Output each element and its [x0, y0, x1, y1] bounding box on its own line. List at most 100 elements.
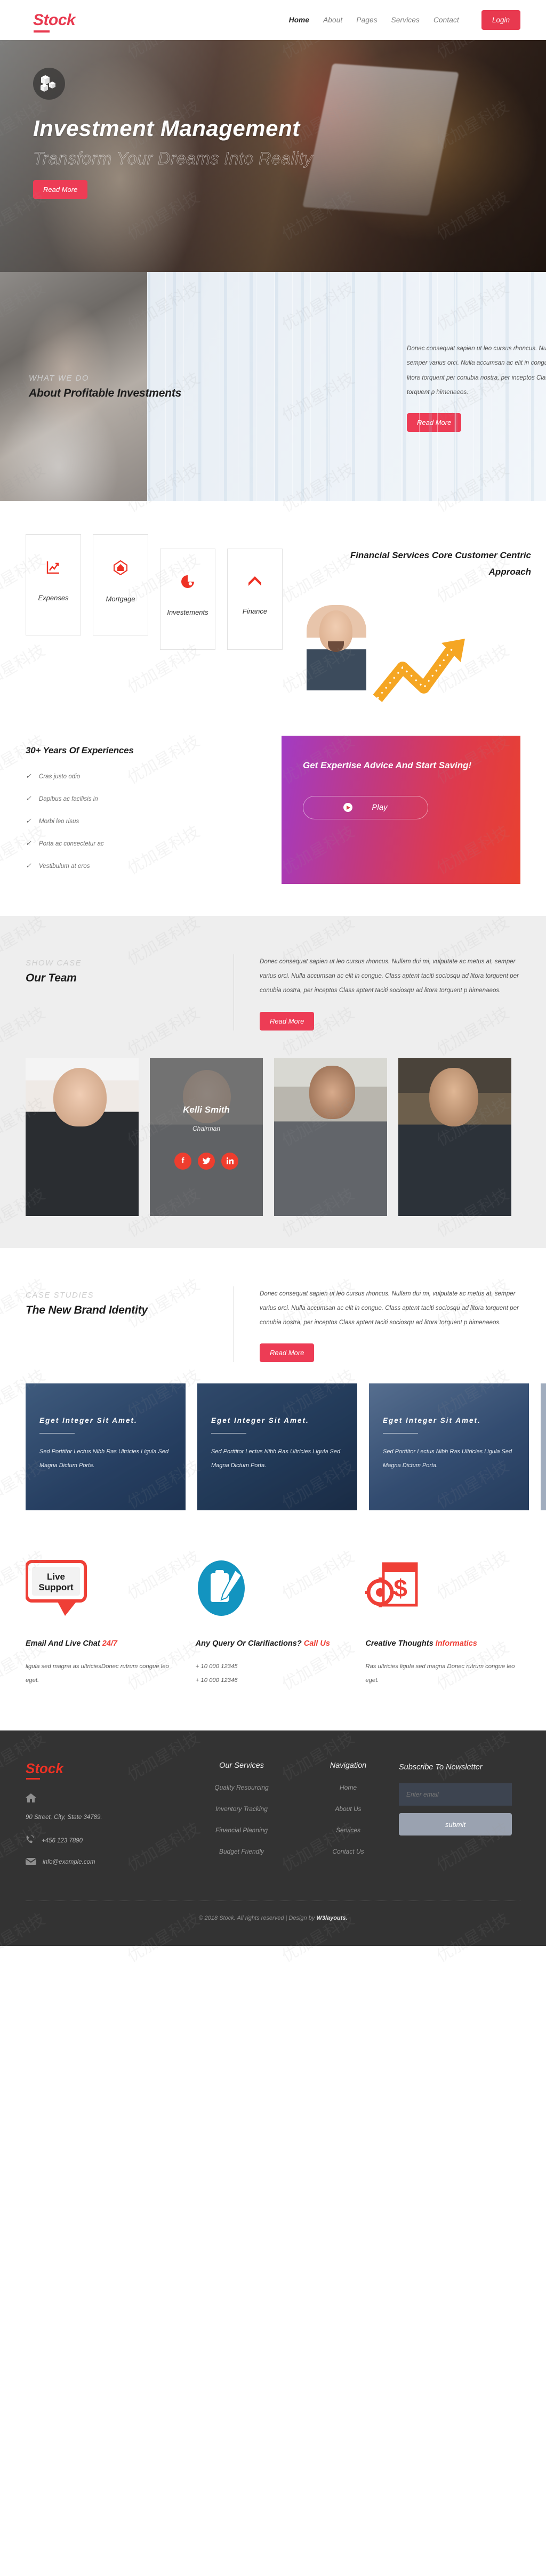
footer-services-heading: Our Services	[219, 1761, 264, 1770]
hero-title: Investment Management	[33, 116, 300, 141]
service-card-finance[interactable]: Finance	[227, 549, 283, 650]
team-member-socials: f	[174, 1152, 238, 1170]
about-section: WHAT WE DO About Profitable Investments …	[0, 272, 546, 501]
about-read-more-button[interactable]: Read More	[407, 413, 462, 432]
footer-link-financial-planning[interactable]: Financial Planning	[215, 1826, 268, 1834]
promo-title: Get Expertise Advice And Start Saving!	[303, 760, 472, 770]
case-card-text: Sed Porttitor Lectus Nibh Ras Ultricies …	[39, 1448, 169, 1469]
case-card[interactable]: Eget Integer Sit Amet. Sed Porttitor Lec…	[26, 1383, 186, 1511]
footer-navigation-column: Navigation Home About Us Services Contac…	[298, 1761, 399, 1875]
footer-nav-services[interactable]: Services	[336, 1826, 360, 1834]
cases-eyebrow: CASE STUDIES	[26, 1290, 94, 1300]
footer-address-row	[26, 1793, 186, 1806]
twitter-icon[interactable]	[198, 1152, 215, 1170]
footer-services-column: Our Services Quality Resourcing Inventor…	[186, 1761, 298, 1875]
feature-title: Any Query Or Clarifiactions? Call Us	[196, 1637, 351, 1651]
cases-read-more-button[interactable]: Read More	[260, 1343, 315, 1363]
footer-nav-about-us[interactable]: About Us	[335, 1805, 361, 1813]
experience-item-label: Cras justo odio	[38, 772, 81, 780]
case-card-partial[interactable]	[541, 1383, 546, 1511]
play-video-button[interactable]: Play	[303, 795, 428, 819]
case-card[interactable]: Eget Integer Sit Amet. Sed Porttitor Lec…	[369, 1383, 529, 1511]
home-icon	[26, 1793, 36, 1806]
experience-list: ✓ Cras justo odio ✓ Dapibus ac facilisis i…	[26, 772, 255, 870]
promo-banner: Get Expertise Advice And Start Saving! P…	[282, 736, 520, 884]
case-card[interactable]: Eget Integer Sit Amet. Sed Porttitor Lec…	[197, 1383, 357, 1511]
list-item: ✓ Cras justo odio	[26, 772, 255, 780]
about-paragraph: Donec consequat sapien ut leo cursus rho…	[407, 345, 546, 396]
team-member-card[interactable]	[274, 1058, 387, 1216]
experience-title: 30+ Years Of Experiences	[26, 745, 134, 755]
pie-chart-icon	[181, 575, 195, 591]
footer-link-quality-resourcing[interactable]: Quality Resourcing	[214, 1784, 268, 1791]
nav-item-pages[interactable]: Pages	[356, 16, 377, 24]
check-icon: ✓	[26, 772, 31, 780]
check-icon: ✓	[26, 794, 31, 802]
footer-email[interactable]: info@example.com	[43, 1855, 95, 1871]
gear-dollar-icon: $	[365, 1559, 520, 1619]
footer-link-inventory-tracking[interactable]: Inventory Tracking	[215, 1805, 268, 1813]
experience-item-label: Morbi leo risus	[38, 817, 79, 825]
nav-item-about[interactable]: About	[323, 16, 342, 24]
footer-link-budget-friendly[interactable]: Budget Friendly	[219, 1848, 264, 1855]
divider	[383, 1433, 418, 1434]
footer-services-list: Quality Resourcing Inventory Tracking Fi…	[186, 1783, 298, 1856]
team-member-card[interactable]	[398, 1058, 511, 1216]
service-card-expenses[interactable]: Expenses	[26, 534, 81, 635]
check-icon: ✓	[26, 862, 31, 870]
case-card-text: Sed Porttitor Lectus Nibh Ras Ultricies …	[383, 1448, 512, 1469]
svg-text:$: $	[394, 1574, 408, 1602]
hero-subtitle: Transform Your Dreams Into Reality	[33, 149, 313, 168]
team-member-card[interactable]	[26, 1058, 139, 1216]
live-support-chat-icon: Live Support	[25, 1559, 181, 1619]
cubes-icon	[33, 68, 65, 100]
service-card-mortgage[interactable]: Mortgage	[93, 534, 148, 635]
footer-nav-home[interactable]: Home	[340, 1784, 357, 1791]
footer-subscribe-heading: Subscribe To Newsletter	[399, 1762, 483, 1772]
service-label: Investements	[167, 608, 208, 616]
hero-banner: Investment Management Transform Your Dre…	[0, 40, 546, 272]
footer-logo[interactable]: Stock	[26, 1761, 186, 1780]
case-card-text: Sed Porttitor Lectus Nibh Ras Ultricies …	[211, 1448, 341, 1469]
service-card-investements[interactable]: Investements	[160, 549, 215, 650]
nav-item-contact[interactable]: Contact	[433, 16, 459, 24]
case-card-list: Eget Integer Sit Amet. Sed Porttitor Lec…	[0, 1362, 546, 1511]
hero-read-more-button[interactable]: Read More	[33, 180, 88, 199]
list-item: ✓ Morbi leo risus	[26, 817, 255, 825]
divider	[39, 1433, 75, 1434]
footer-nav-contact-us[interactable]: Contact Us	[332, 1848, 364, 1855]
team-member-list: Kelli Smith Chairman f	[0, 1031, 546, 1216]
newsletter-submit-button[interactable]: submit	[399, 1813, 512, 1836]
nav-item-home[interactable]: Home	[289, 16, 309, 24]
list-item: Financial Planning	[186, 1825, 298, 1835]
team-member-card-kelli-smith[interactable]: Kelli Smith Chairman f	[150, 1058, 263, 1216]
feature-call-us: Any Query Or Clarifiactions? Call Us + 1…	[196, 1559, 351, 1688]
list-item: ✓ Porta ac consectetur ac	[26, 839, 255, 848]
brand-logo[interactable]: Stock	[33, 12, 76, 33]
linkedin-icon[interactable]	[221, 1152, 238, 1170]
envelope-icon	[25, 1857, 37, 1868]
footer-phone[interactable]: +456 123 7890	[42, 1833, 83, 1849]
check-icon: ✓	[26, 839, 31, 847]
login-button[interactable]: Login	[481, 10, 520, 30]
feature-live-chat: Live Support Email And Live Chat 24/7 li…	[25, 1559, 181, 1688]
case-card-title: Eget Integer Sit Amet.	[383, 1416, 481, 1425]
footer-address: 90 Street, City, State 34789.	[26, 1814, 102, 1821]
nav-item-services[interactable]: Services	[391, 16, 420, 24]
newsletter-email-input[interactable]	[399, 1783, 512, 1806]
divider	[211, 1433, 246, 1434]
footer-brand-block: Stock 90 Street, City, State 34789. +456…	[25, 1761, 186, 1875]
team-heading-block: SHOW CASE Our Team	[26, 954, 234, 1031]
facebook-icon[interactable]: f	[174, 1152, 191, 1170]
cases-title: The New Brand Identity	[26, 1303, 148, 1316]
team-read-more-button[interactable]: Read More	[260, 1011, 315, 1031]
experience-section: 30+ Years Of Experiences ✓ Cras justo odi…	[0, 720, 546, 916]
feature-title-text: Any Query Or Clarifiactions?	[195, 1639, 304, 1648]
services-section: Financial Services Core Customer Centric…	[0, 501, 546, 720]
copyright: © 2018 Stock. All rights reserved | Desi…	[26, 1901, 520, 1946]
footer-subscribe-column: Subscribe To Newsletter submit	[399, 1761, 520, 1875]
clipboard-pencil-icon	[196, 1559, 351, 1619]
about-title: About Profitable Investments	[29, 387, 182, 399]
copyright-brand[interactable]: W3layouts.	[316, 1915, 347, 1921]
case-card-title: Eget Integer Sit Amet.	[39, 1416, 138, 1425]
